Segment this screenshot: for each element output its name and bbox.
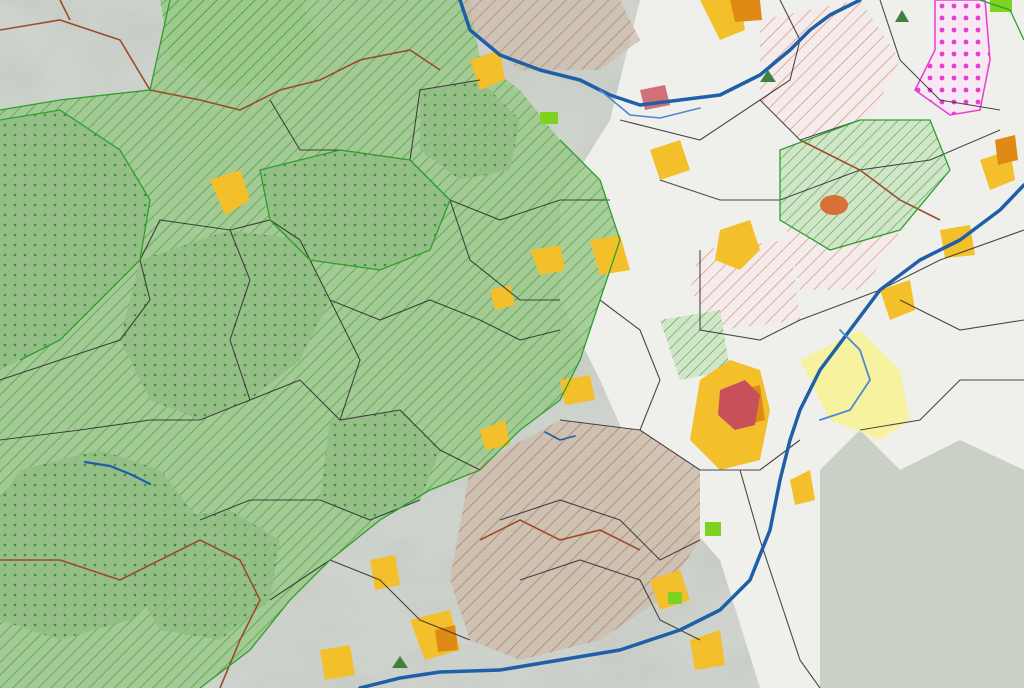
eastern-hills — [820, 430, 1024, 688]
green-patch — [705, 522, 721, 536]
settlement-patch — [320, 645, 355, 680]
settlement-patch — [730, 0, 762, 22]
green-patch — [540, 112, 558, 124]
settlement-patch — [995, 135, 1018, 165]
green-patch — [668, 592, 682, 604]
urban-core-orange-blob — [820, 195, 848, 215]
land-use-map[interactable] — [0, 0, 1024, 688]
